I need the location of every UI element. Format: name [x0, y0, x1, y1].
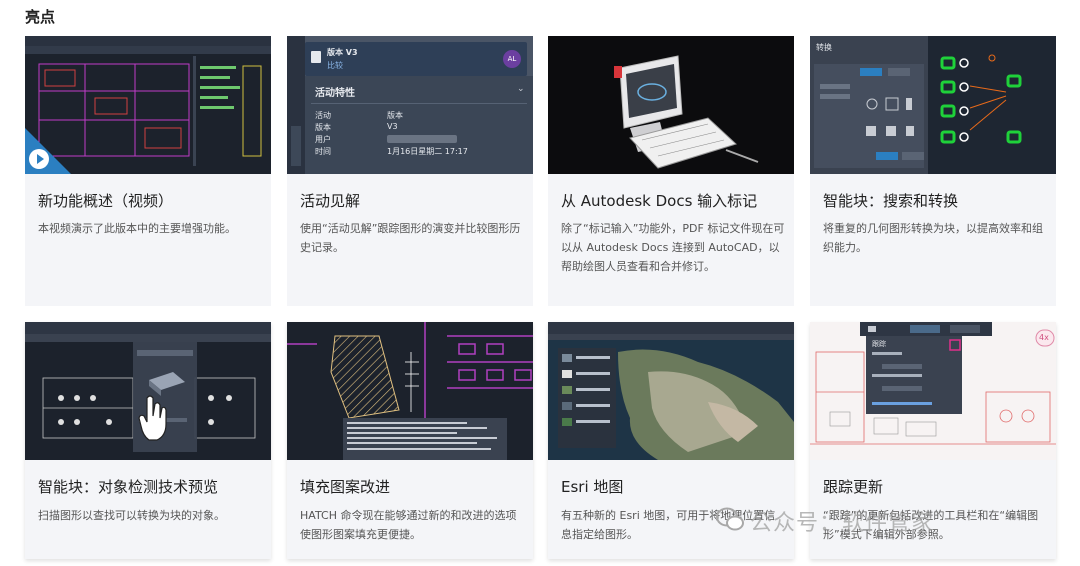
card-title: 活动见解 — [300, 192, 361, 210]
row-value: 版本 — [387, 111, 403, 120]
object-detection-thumbnail — [25, 322, 271, 460]
hatch-thumbnail — [287, 322, 533, 460]
trace-panel-title: 跟踪 — [872, 340, 886, 348]
card-smart-blocks-convert[interactable]: 转换 智能块：搜索和转换 将重复的几何图形转换为块，以提高效率和组织能力。 — [810, 36, 1056, 306]
card-hatch-improvements[interactable]: 填充图案改进 HATCH 命令现在能够通过新的和改进的选项使图形图案填充更便捷。 — [287, 322, 533, 559]
activity-insights-thumbnail: 版本 V3 比较 AL 活动特性 ⌄ 活动 版本 版本 V3 用户 时间 1月1… — [287, 36, 533, 174]
version-label: 版本 V3 — [327, 48, 358, 57]
docs-markup-thumbnail — [548, 36, 794, 174]
esri-map-thumbnail — [548, 322, 794, 460]
collapse-icon[interactable]: ⌄ — [517, 84, 525, 94]
file-icon — [311, 51, 321, 63]
watermark: 公众号：软件管家 — [750, 511, 935, 536]
highlights-page: 亮点 新功能概述（视频） 本视频演示了此版本中的主要增强功能。 版本 V3 比较… — [0, 0, 1080, 566]
card-description: 将重复的几何图形转换为块，以提高效率和组织能力。 — [823, 222, 1043, 254]
card-description: 除了“标记输入”功能外，PDF 标记文件现在可以从 Autodesk Docs … — [561, 222, 785, 273]
row-key: 时间 — [315, 147, 331, 156]
divider — [311, 103, 527, 104]
panel-title: 活动特性 — [315, 88, 355, 99]
blurred-user-value — [387, 135, 457, 143]
row-key: 用户 — [315, 135, 331, 144]
card-description: 使用“活动见解”跟踪图形的演变并比较图形历史记录。 — [300, 222, 521, 254]
card-object-detection[interactable]: 智能块：对象检测技术预览 扫描图形以查找可以转换为块的对象。 — [25, 322, 271, 559]
play-icon[interactable] — [29, 149, 49, 169]
card-description: HATCH 命令现在能够通过新的和改进的选项使图形图案填充更便捷。 — [300, 509, 517, 541]
card-new-features-video[interactable]: 新功能概述（视频） 本视频演示了此版本中的主要增强功能。 — [25, 36, 271, 306]
row-value: 1月16日星期二 17:17 — [387, 147, 468, 156]
row-value: V3 — [387, 122, 398, 131]
compare-link[interactable]: 比较 — [327, 60, 343, 71]
dialog-title: 转换 — [816, 43, 832, 52]
card-docs-markup-import[interactable]: 从 Autodesk Docs 输入标记 除了“标记输入”功能外，PDF 标记文… — [548, 36, 794, 306]
card-activity-insights[interactable]: 版本 V3 比较 AL 活动特性 ⌄ 活动 版本 版本 V3 用户 时间 1月1… — [287, 36, 533, 306]
video-thumbnail[interactable] — [25, 36, 271, 174]
card-title: Esri 地图 — [561, 478, 624, 496]
card-title: 智能块：搜索和转换 — [823, 192, 959, 210]
trace-thumbnail: 跟踪 4x — [810, 322, 1056, 460]
card-title: 智能块：对象检测技术预览 — [38, 478, 219, 496]
row-key: 版本 — [315, 123, 331, 132]
wechat-icon — [716, 507, 744, 531]
card-description: 扫描图形以查找可以转换为块的对象。 — [38, 509, 225, 522]
zoom-badge: 4x — [1039, 333, 1049, 342]
avatar: AL — [503, 50, 521, 68]
version-header[interactable]: 版本 V3 比较 AL — [305, 42, 527, 76]
card-description: 本视频演示了此版本中的主要增强功能。 — [38, 222, 236, 235]
card-title: 新功能概述（视频） — [38, 192, 174, 210]
smart-blocks-thumbnail: 转换 — [810, 36, 1056, 174]
activity-properties-panel: 活动特性 ⌄ 活动 版本 版本 V3 用户 时间 1月16日星期二 17:17 — [305, 76, 533, 174]
section-title: 亮点 — [25, 8, 56, 26]
row-key: 活动 — [315, 111, 331, 120]
hand-cursor-icon — [137, 392, 171, 442]
card-title: 跟踪更新 — [823, 478, 884, 496]
card-title: 从 Autodesk Docs 输入标记 — [561, 192, 758, 210]
card-title: 填充图案改进 — [300, 478, 391, 496]
